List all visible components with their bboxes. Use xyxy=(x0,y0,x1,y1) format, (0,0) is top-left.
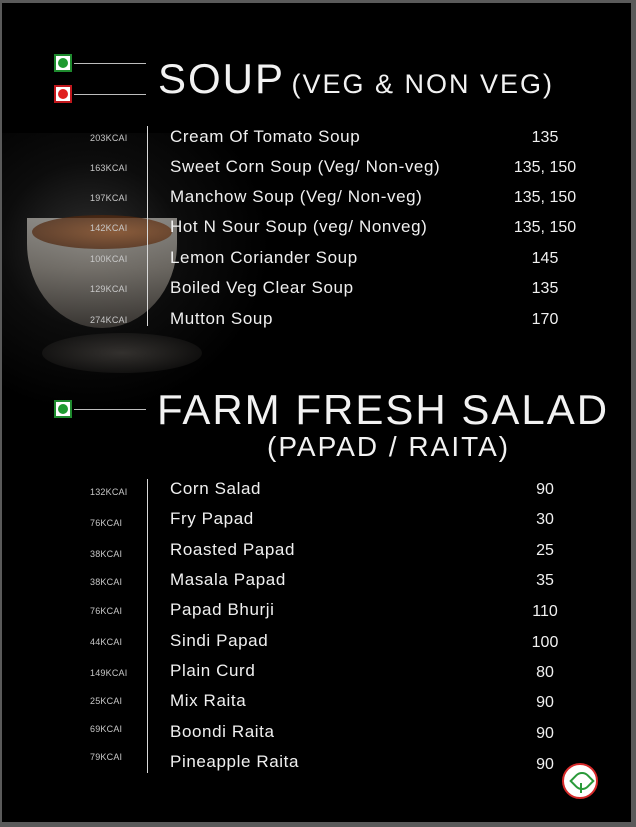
salad-subtitle-text: (PAPAD / RAITA) xyxy=(267,431,511,462)
item-name: Pineapple Raita xyxy=(170,752,300,771)
menu-item: 44KCAI Sindi Papad 100 xyxy=(2,631,631,657)
menu-item: 100KCAI Lemon Coriander Soup 145 xyxy=(2,248,631,274)
menu-item: 197KCAI Manchow Soup (Veg/ Non-veg) 135,… xyxy=(2,187,631,213)
menu-item: 79KCAI Pineapple Raita 90 xyxy=(2,752,631,778)
kcal-label: 274KCAI xyxy=(90,315,128,325)
kcal-label: 25KCAI xyxy=(90,696,123,706)
salad-title-text: FARM FRESH SALAD xyxy=(157,386,610,433)
item-price: 90 xyxy=(536,725,554,742)
item-price: 135, 150 xyxy=(513,159,577,176)
item-name: Lemon Coriander Soup xyxy=(170,248,358,267)
item-name: Mutton Soup xyxy=(170,309,273,328)
restaurant-logo-icon xyxy=(562,763,598,799)
item-name: Cream Of Tomato Soup xyxy=(170,127,361,146)
kcal-label: 44KCAI xyxy=(90,637,123,647)
item-price: 80 xyxy=(536,664,554,681)
menu-item: 132KCAI Corn Salad 90 xyxy=(2,479,631,505)
kcal-label: 76KCAI xyxy=(90,518,123,528)
kcal-label: 100KCAI xyxy=(90,254,128,264)
menu-item: 163KCAI Sweet Corn Soup (Veg/ Non-veg) 1… xyxy=(2,157,631,183)
menu-page: SOUP (VEG & NON VEG) 203KCAI Cream Of To… xyxy=(2,3,631,822)
soup-title: SOUP (VEG & NON VEG) xyxy=(158,55,554,103)
menu-item: 203KCAI Cream Of Tomato Soup 135 xyxy=(2,127,631,153)
soup-title-text: SOUP xyxy=(158,55,286,102)
menu-item: 274KCAI Mutton Soup 170 xyxy=(2,309,631,335)
item-name: Roasted Papad xyxy=(170,540,295,559)
item-name: Papad Bhurji xyxy=(170,600,275,619)
item-price: 90 xyxy=(536,694,554,711)
soup-veg-leader xyxy=(74,63,146,64)
kcal-label: 76KCAI xyxy=(90,606,123,616)
menu-item: 25KCAI Mix Raita 90 xyxy=(2,691,631,717)
veg-mark-icon xyxy=(54,54,72,72)
kcal-label: 69KCAI xyxy=(90,724,123,734)
item-price: 35 xyxy=(536,572,554,589)
item-price: 135, 150 xyxy=(513,219,577,236)
kcal-label: 149KCAI xyxy=(90,668,128,678)
kcal-label: 197KCAI xyxy=(90,193,128,203)
menu-item: 76KCAI Papad Bhurji 110 xyxy=(2,600,631,626)
soup-subtitle-text: (VEG & NON VEG) xyxy=(291,69,555,99)
item-price: 145 xyxy=(531,250,559,267)
item-price: 135 xyxy=(531,129,559,146)
item-price: 135 xyxy=(531,280,559,297)
non-veg-mark-icon xyxy=(54,85,72,103)
kcal-label: 79KCAI xyxy=(90,752,123,762)
menu-item: 129KCAI Boiled Veg Clear Soup 135 xyxy=(2,278,631,304)
kcal-label: 129KCAI xyxy=(90,284,128,294)
item-name: Sindi Papad xyxy=(170,631,269,650)
menu-item: 76KCAI Fry Papad 30 xyxy=(2,509,631,535)
item-price: 30 xyxy=(536,511,554,528)
item-name: Manchow Soup (Veg/ Non-veg) xyxy=(170,187,423,206)
item-name: Hot N Sour Soup (veg/ Nonveg) xyxy=(170,217,428,236)
item-name: Fry Papad xyxy=(170,509,254,528)
item-name: Sweet Corn Soup (Veg/ Non-veg) xyxy=(170,157,441,176)
menu-item: 69KCAI Boondi Raita 90 xyxy=(2,722,631,748)
item-price: 170 xyxy=(531,311,559,328)
kcal-label: 38KCAI xyxy=(90,577,123,587)
item-price: 25 xyxy=(536,542,554,559)
item-price: 135, 150 xyxy=(513,189,577,206)
kcal-label: 142KCAI xyxy=(90,223,128,233)
kcal-label: 163KCAI xyxy=(90,163,128,173)
veg-mark-icon xyxy=(54,400,72,418)
kcal-label: 38KCAI xyxy=(90,549,123,559)
menu-item: 142KCAI Hot N Sour Soup (veg/ Nonveg) 13… xyxy=(2,217,631,243)
soup-nonveg-leader xyxy=(74,94,146,95)
menu-item: 38KCAI Roasted Papad 25 xyxy=(2,540,631,566)
salad-veg-leader xyxy=(74,409,146,410)
item-price: 90 xyxy=(536,481,554,498)
salad-title: FARM FRESH SALAD xyxy=(157,386,609,434)
item-name: Boiled Veg Clear Soup xyxy=(170,278,354,297)
item-name: Boondi Raita xyxy=(170,722,275,741)
salad-subtitle: (PAPAD / RAITA) xyxy=(267,431,510,463)
item-name: Corn Salad xyxy=(170,479,262,498)
item-name: Masala Papad xyxy=(170,570,286,589)
menu-item: 38KCAI Masala Papad 35 xyxy=(2,570,631,596)
item-name: Plain Curd xyxy=(170,661,256,680)
item-name: Mix Raita xyxy=(170,691,247,710)
kcal-label: 132KCAI xyxy=(90,487,128,497)
item-price: 110 xyxy=(532,603,558,620)
kcal-label: 203KCAI xyxy=(90,133,128,143)
menu-item: 149KCAI Plain Curd 80 xyxy=(2,661,631,687)
item-price: 100 xyxy=(531,634,559,651)
